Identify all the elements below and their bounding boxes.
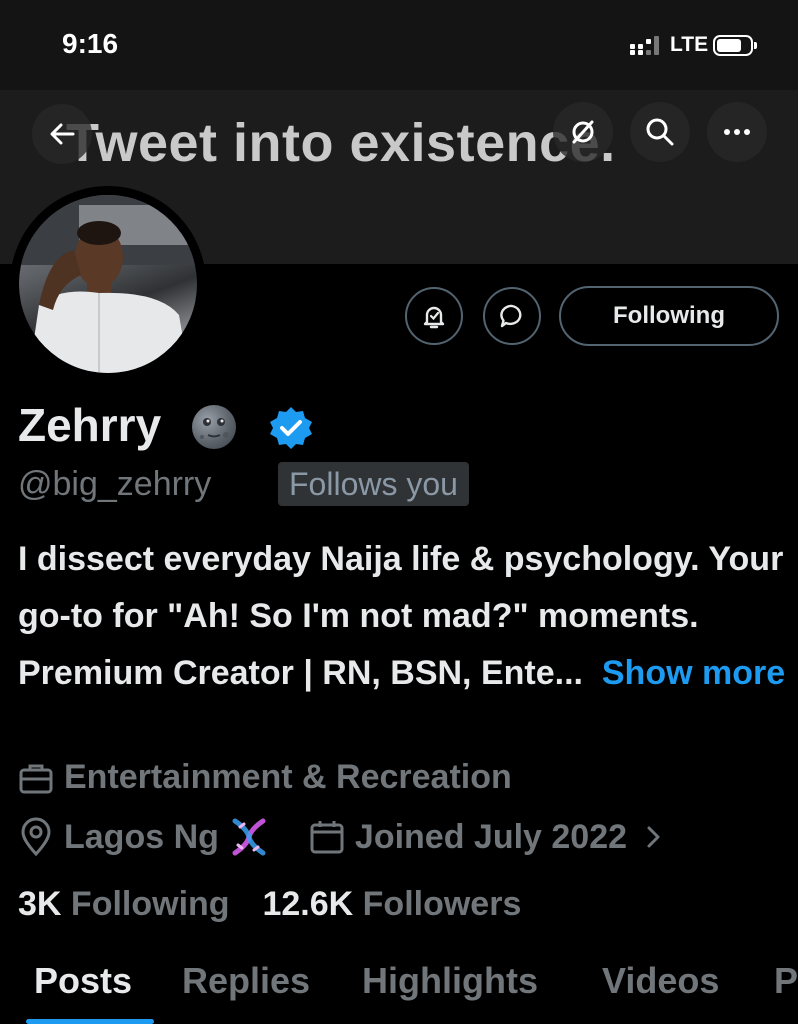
following-button[interactable]: Following: [559, 286, 779, 346]
notification-settings-button[interactable]: [553, 102, 613, 162]
calendar-icon: [310, 821, 344, 854]
back-button[interactable]: [32, 104, 92, 164]
display-name: Zehrry: [18, 399, 162, 451]
profile-tabs: Posts Replies Highlights Videos P: [0, 960, 798, 1024]
more-options-button[interactable]: [707, 102, 767, 162]
bio: I dissect everyday Naija life & psycholo…: [18, 531, 788, 702]
location-text: Lagos Ng: [64, 817, 219, 856]
no-notify-icon: [572, 120, 594, 144]
category-row: Entertainment & Recreation: [18, 758, 512, 797]
followers-count: 12.6K: [262, 885, 354, 923]
followers-label: Followers: [362, 885, 522, 923]
chevron-right-icon[interactable]: [641, 822, 667, 852]
notify-button[interactable]: [405, 287, 463, 345]
follows-you-badge: Follows you: [278, 462, 469, 506]
search-icon: [646, 118, 674, 146]
status-bar: 9:16 LTE: [0, 0, 798, 90]
joined-text: Joined July 2022: [354, 817, 628, 856]
tab-replies[interactable]: Replies: [182, 960, 310, 1002]
following-count: 3K: [18, 885, 62, 923]
moon-emoji-icon: [192, 405, 236, 449]
following-label: Following: [70, 885, 230, 923]
message-icon: [500, 304, 522, 328]
more-icon: [724, 129, 750, 135]
status-time: 9:16: [62, 28, 119, 59]
followers-stat[interactable]: 12.6K Followers: [262, 885, 521, 923]
avatar-illustration: [19, 195, 197, 373]
category-text: Entertainment & Recreation: [64, 758, 512, 796]
following-stat[interactable]: 3K Following: [18, 885, 230, 923]
briefcase-icon: [19, 764, 53, 793]
location-joined-row: Lagos Ng Joined July 2022: [18, 815, 677, 859]
battery-icon: [713, 35, 757, 56]
network-label: LTE: [670, 33, 709, 56]
location-pin-icon: [21, 817, 51, 857]
bell-icon: [423, 306, 445, 329]
avatar[interactable]: [10, 186, 206, 382]
avatar-photo: [19, 195, 197, 373]
back-arrow-icon: [50, 123, 75, 145]
banner-text: Tweet into existence.: [66, 113, 616, 173]
show-more-link[interactable]: Show more: [602, 654, 785, 692]
user-handle: @big_zehrry: [18, 465, 212, 503]
tab-highlights[interactable]: Highlights: [362, 960, 538, 1002]
dna-emoji-icon: [232, 818, 266, 856]
search-button[interactable]: [630, 102, 690, 162]
tab-posts[interactable]: Posts: [34, 960, 132, 1002]
verified-badge-icon[interactable]: [268, 405, 314, 451]
active-tab-indicator: [26, 1019, 154, 1024]
signal-icon: [630, 36, 659, 55]
tab-partial[interactable]: P: [774, 960, 798, 1002]
tab-videos[interactable]: Videos: [602, 960, 719, 1002]
follow-stats: 3K Following 12.6K Followers: [18, 885, 521, 924]
message-button[interactable]: [483, 287, 541, 345]
